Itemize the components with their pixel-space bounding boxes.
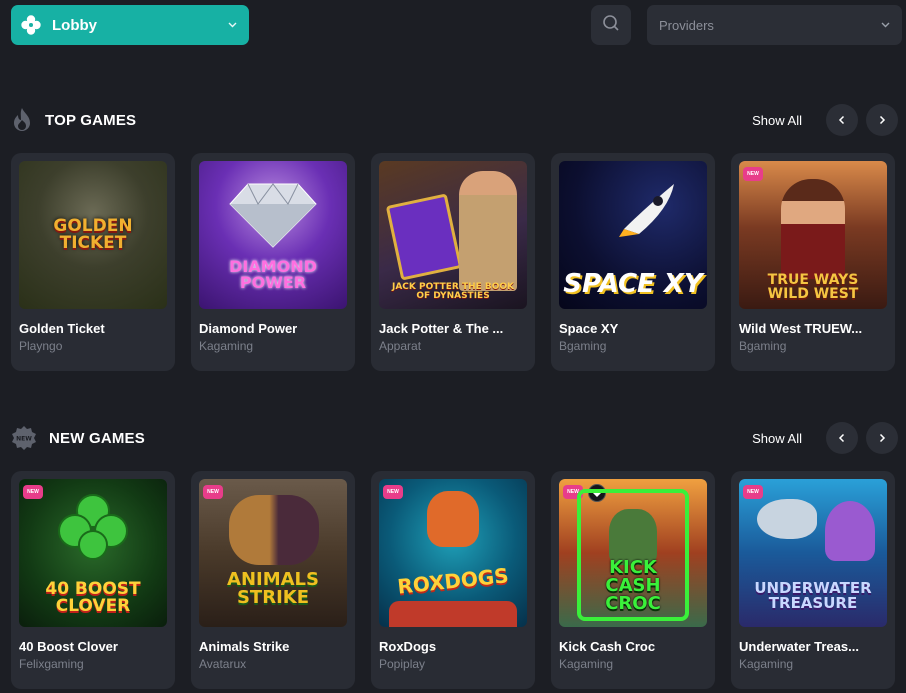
search-button[interactable] (591, 5, 631, 45)
clover-art (58, 494, 128, 560)
game-thumbnail: NEW ROXDOGS (379, 479, 527, 627)
game-card[interactable]: DIAMOND POWER Diamond Power Kagaming (191, 153, 355, 371)
next-button[interactable] (866, 422, 898, 454)
game-art-title: TRUE WAYS WILD WEST (767, 272, 859, 302)
game-name: Underwater Treas... (739, 639, 859, 654)
game-name: RoxDogs (379, 639, 437, 654)
chevron-left-icon (838, 115, 845, 125)
game-card[interactable]: NEW TRUE WAYS WILD WEST Wild West TRUEW.… (731, 153, 895, 371)
game-name: 40 Boost Clover (19, 639, 118, 654)
prev-button[interactable] (826, 104, 858, 136)
new-games-row: NEW 40 BOOST CLOVER 40 Boost Clover Feli… (11, 471, 895, 689)
game-art-title: GOLDEN TICKET (53, 216, 133, 253)
shark-art (757, 499, 817, 539)
game-provider: Felixgaming (19, 657, 84, 671)
chevron-left-icon (838, 433, 845, 443)
show-all-link[interactable]: Show All (752, 113, 802, 128)
game-thumbnail: NEW TRUE WAYS WILD WEST (739, 161, 887, 309)
board-art (389, 601, 517, 627)
book-art (385, 193, 463, 281)
game-provider: Kagaming (559, 657, 614, 671)
game-thumbnail: NEW 40 BOOST CLOVER (19, 479, 167, 627)
flame-icon (10, 108, 34, 132)
game-art-title: UNDERWATER TREASURE (754, 579, 872, 612)
new-badge-icon: NEW (10, 426, 38, 450)
game-card[interactable]: JACK POTTER The BOOK of DYNASTIES Jack P… (371, 153, 535, 371)
game-thumbnail: DIAMOND POWER (199, 161, 347, 309)
lobby-dropdown[interactable]: Lobby (11, 5, 249, 45)
game-card[interactable]: NEW UNDERWATER TREASURE Underwater Treas… (731, 471, 895, 689)
providers-placeholder: Providers (659, 17, 714, 33)
chevron-down-icon (228, 20, 237, 31)
new-badge: NEW (743, 167, 763, 181)
chevron-right-icon (879, 115, 886, 125)
game-thumbnail: GOLDEN TICKET (19, 161, 167, 309)
game-provider: Kagaming (199, 339, 254, 353)
rocket-icon (619, 184, 674, 237)
game-name: Animals Strike (199, 639, 290, 654)
game-provider: Bgaming (559, 339, 607, 353)
game-card[interactable]: GOLDEN TICKET Golden Ticket Playngo (11, 153, 175, 371)
prev-button[interactable] (826, 422, 858, 454)
show-all-link[interactable]: Show All (752, 431, 802, 446)
game-provider: Playngo (19, 339, 63, 353)
game-card[interactable]: SPACE XY Space XY Bgaming (551, 153, 715, 371)
game-art-title: SPACE XY (563, 269, 703, 299)
game-provider: Popiplay (379, 657, 426, 671)
clover-icon (20, 14, 42, 36)
game-thumbnail: NEW ANIMALS STRIKE (199, 479, 347, 627)
next-button[interactable] (866, 104, 898, 136)
new-badge: NEW (23, 485, 43, 499)
game-card[interactable]: NEW 40 BOOST CLOVER 40 Boost Clover Feli… (11, 471, 175, 689)
game-name: Space XY (559, 321, 619, 336)
dog-art (427, 491, 479, 547)
chevron-down-icon (881, 20, 890, 31)
top-games-row: GOLDEN TICKET Golden Ticket Playngo DIAM… (11, 153, 895, 371)
lobby-label: Lobby (52, 16, 97, 34)
game-thumbnail: JACK POTTER The BOOK of DYNASTIES (379, 161, 527, 309)
search-icon (602, 14, 620, 37)
game-card[interactable]: NEW ROXDOGS RoxDogs Popiplay (371, 471, 535, 689)
diamond-icon (229, 183, 317, 248)
top-games-header: TOP GAMES Show All (10, 103, 906, 137)
game-card[interactable]: NEW KICK CASH CROC Kick Cash Croc Kagami… (551, 471, 715, 689)
chevron-right-icon (879, 433, 886, 443)
new-badge: NEW (743, 485, 763, 499)
jellyfish-art (825, 501, 875, 561)
game-art-title: JACK POTTER The BOOK of DYNASTIES (391, 282, 515, 301)
game-art-title: ANIMALS STRIKE (227, 569, 319, 608)
game-name: Wild West TRUEW... (739, 321, 863, 336)
new-badge: NEW (203, 485, 223, 499)
svg-text:NEW: NEW (16, 436, 32, 443)
game-provider: Bgaming (739, 339, 787, 353)
character-art (459, 171, 517, 291)
game-thumbnail: NEW KICK CASH CROC (559, 479, 707, 627)
game-provider: Avatarux (199, 657, 247, 671)
animals-art (229, 495, 319, 565)
game-name: Jack Potter & The ... (379, 321, 504, 336)
section-title: TOP GAMES (45, 111, 137, 129)
game-thumbnail: NEW UNDERWATER TREASURE (739, 479, 887, 627)
game-name: Kick Cash Croc (559, 639, 656, 654)
character-art (781, 179, 845, 279)
game-art-title: DIAMOND POWER (229, 257, 317, 292)
game-name: Diamond Power (199, 321, 298, 336)
new-badge: NEW (383, 485, 403, 499)
game-art-title: 40 BOOST CLOVER (45, 579, 141, 616)
game-provider: Kagaming (739, 657, 794, 671)
game-art-title: ROXDOGS (396, 563, 510, 599)
providers-dropdown[interactable]: Providers (647, 5, 902, 45)
new-games-header: NEW NEW GAMES Show All (10, 421, 906, 455)
game-provider: Apparat (379, 339, 422, 353)
game-art-title: KICK CASH CROC (605, 557, 661, 614)
game-card[interactable]: NEW ANIMALS STRIKE Animals Strike Avatar… (191, 471, 355, 689)
section-title: NEW GAMES (49, 429, 145, 447)
game-thumbnail: SPACE XY (559, 161, 707, 309)
game-name: Golden Ticket (19, 321, 105, 336)
